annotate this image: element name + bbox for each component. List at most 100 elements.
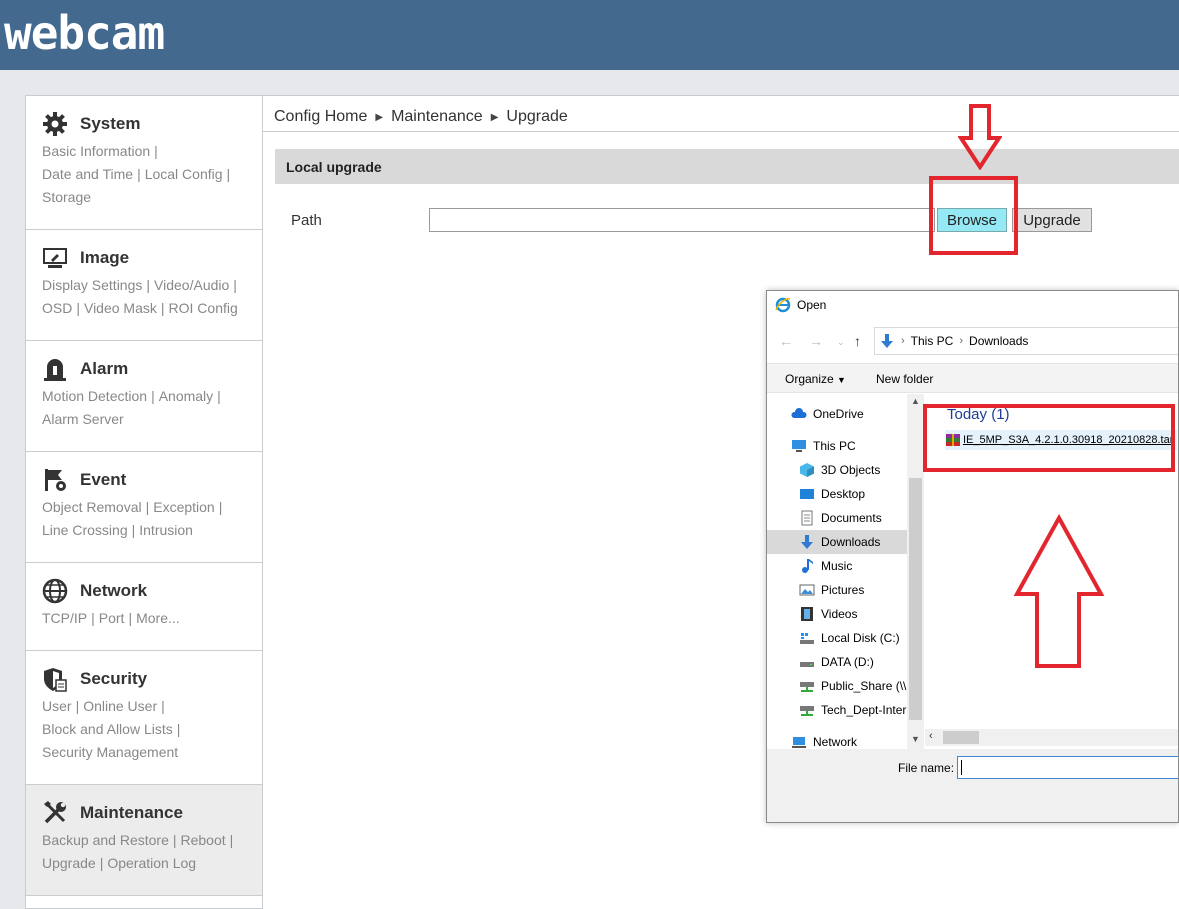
scroll-up-icon[interactable]: ▲ — [911, 396, 920, 406]
link-video-mask[interactable]: Video Mask — [84, 300, 157, 316]
link-port[interactable]: Port — [99, 610, 125, 626]
link-more[interactable]: More... — [136, 610, 180, 626]
drive-icon — [799, 654, 815, 670]
ie-icon — [775, 297, 791, 313]
tree-item-desktop[interactable]: Desktop — [767, 482, 907, 506]
panel-title: Local upgrade — [286, 159, 382, 175]
new-folder-button[interactable]: New folder — [876, 372, 933, 386]
hscroll-thumb[interactable] — [943, 731, 979, 744]
link-local-config[interactable]: Local Config — [145, 166, 223, 182]
link-basic-information[interactable]: Basic Information — [42, 143, 150, 159]
breadcrumb-maintenance[interactable]: Maintenance — [391, 108, 483, 126]
link-display-settings[interactable]: Display Settings — [42, 277, 142, 293]
link-backup-restore[interactable]: Backup and Restore — [42, 832, 169, 848]
breadcrumb-divider — [263, 131, 1179, 132]
highlight-box-file — [923, 404, 1175, 472]
scroll-down-icon[interactable]: ▼ — [911, 734, 920, 744]
address-this-pc[interactable]: This PC — [911, 334, 954, 348]
address-bar[interactable]: › This PC › Downloads — [874, 327, 1178, 355]
sidebar-title-system[interactable]: System — [80, 114, 140, 134]
link-intrusion[interactable]: Intrusion — [139, 522, 193, 538]
down-arrow-annotation — [958, 104, 1002, 170]
tree-item-onedrive[interactable]: OneDrive — [767, 402, 907, 426]
link-anomaly[interactable]: Anomaly — [159, 388, 213, 404]
link-date-and-time[interactable]: Date and Time — [42, 166, 133, 182]
dialog-titlebar: Open — [775, 297, 826, 313]
link-alarm-server[interactable]: Alarm Server — [42, 411, 124, 427]
sidebar-title-alarm[interactable]: Alarm — [80, 359, 128, 379]
tree-item-local-disk-c[interactable]: Local Disk (C:) — [767, 626, 907, 650]
network-icon — [791, 734, 807, 750]
tree-item-documents[interactable]: Documents — [767, 506, 907, 530]
recent-chevron-icon[interactable]: ⌄ — [837, 337, 845, 348]
chevron-right-icon: › — [901, 335, 905, 347]
tree-item-videos[interactable]: Videos — [767, 602, 907, 626]
tree-item-tech-dept[interactable]: Tech_Dept-Intern — [767, 698, 907, 722]
cube-icon — [799, 462, 815, 478]
forward-arrow-icon[interactable]: → — [809, 333, 823, 349]
link-security-management[interactable]: Security Management — [42, 744, 178, 760]
scroll-left-icon[interactable]: ‹ — [929, 730, 933, 742]
document-icon — [799, 510, 815, 526]
link-online-user[interactable]: Online User — [83, 698, 157, 714]
tools-icon — [42, 800, 68, 826]
sidebar-section-image: Image Display Settings | Video/Audio | OSD |… — [26, 230, 262, 341]
link-user[interactable]: User — [42, 698, 72, 714]
breadcrumb-config-home[interactable]: Config Home — [274, 108, 367, 126]
back-arrow-icon[interactable]: ← — [779, 333, 793, 349]
tree-scroll-thumb[interactable] — [909, 478, 922, 720]
video-icon — [799, 606, 815, 622]
shield-icon — [42, 666, 68, 692]
network-drive-icon — [799, 678, 815, 694]
dialog-toolbar: Organize ▼ New folder — [767, 363, 1178, 393]
link-reboot[interactable]: Reboot — [181, 832, 226, 848]
sidebar-section-security: Security User | Online User | Block and All… — [26, 651, 262, 785]
address-downloads[interactable]: Downloads — [969, 334, 1028, 348]
highlight-box-browse — [929, 176, 1018, 255]
tree-item-music[interactable]: Music — [767, 554, 907, 578]
link-tcp-ip[interactable]: TCP/IP — [42, 610, 87, 626]
panel-header: Local upgrade — [275, 149, 1179, 184]
tree-item-this-pc[interactable]: This PC — [767, 434, 907, 458]
file-name-input[interactable] — [957, 756, 1178, 779]
cloud-icon — [791, 406, 807, 422]
breadcrumb: Config Home ▶ Maintenance ▶ Upgrade — [274, 108, 568, 126]
link-object-removal[interactable]: Object Removal — [42, 499, 142, 515]
sidebar-title-image[interactable]: Image — [80, 248, 129, 268]
link-upgrade[interactable]: Upgrade — [42, 855, 96, 871]
music-icon — [799, 558, 815, 574]
tree-scrollbar[interactable]: ▲ ▼ — [907, 394, 924, 749]
link-motion-detection[interactable]: Motion Detection — [42, 388, 147, 404]
sidebar-title-network[interactable]: Network — [80, 581, 147, 601]
file-name-label: File name: — [898, 761, 955, 775]
upgrade-button[interactable]: Upgrade — [1012, 208, 1092, 232]
link-roi-config[interactable]: ROI Config — [169, 300, 238, 316]
tree-item-3d-objects[interactable]: 3D Objects — [767, 458, 907, 482]
link-block-allow-lists[interactable]: Block and Allow Lists — [42, 721, 173, 737]
sidebar-title-event[interactable]: Event — [80, 470, 126, 490]
dialog-footer: File name: — [767, 749, 1178, 822]
sidebar-section-network: Network TCP/IP | Port | More... — [26, 563, 262, 651]
link-osd[interactable]: OSD — [42, 300, 72, 316]
sidebar-title-security[interactable]: Security — [80, 669, 147, 689]
tree-item-data-d[interactable]: DATA (D:) — [767, 650, 907, 674]
up-arrow-icon[interactable]: ↑ — [854, 333, 861, 349]
sidebar-title-maintenance[interactable]: Maintenance — [80, 803, 183, 823]
navigation-tree: OneDrive This PC 3D Objects Desktop Docu… — [767, 394, 925, 749]
globe-icon — [42, 578, 68, 604]
link-operation-log[interactable]: Operation Log — [107, 855, 196, 871]
tree-item-downloads[interactable]: Downloads — [767, 530, 907, 554]
network-drive-icon — [799, 702, 815, 718]
link-video-audio[interactable]: Video/Audio — [154, 277, 229, 293]
link-exception[interactable]: Exception — [153, 499, 214, 515]
organize-button[interactable]: Organize ▼ — [785, 372, 846, 386]
download-icon — [879, 333, 895, 349]
tree-item-public-share[interactable]: Public_Share (\\I — [767, 674, 907, 698]
tree-item-pictures[interactable]: Pictures — [767, 578, 907, 602]
link-line-crossing[interactable]: Line Crossing — [42, 522, 128, 538]
sidebar: System Basic Information | Date and Time |… — [25, 95, 263, 909]
monitor-icon — [42, 245, 68, 271]
link-storage[interactable]: Storage — [42, 189, 91, 205]
path-input[interactable] — [429, 208, 935, 232]
file-list-hscrollbar[interactable]: ‹ — [925, 729, 1178, 746]
